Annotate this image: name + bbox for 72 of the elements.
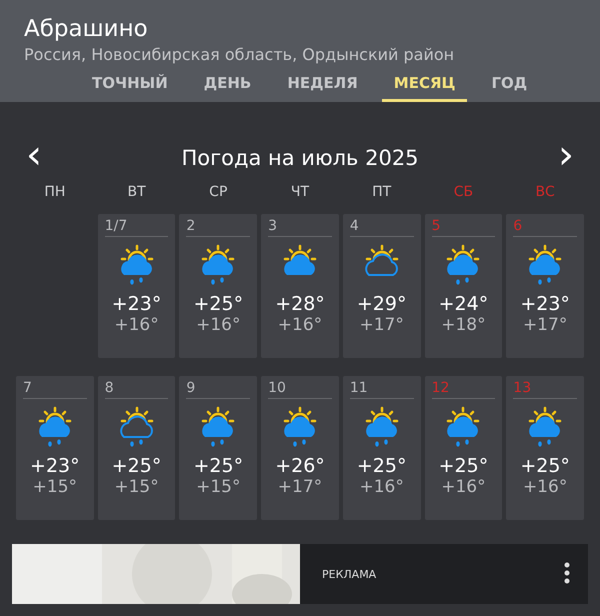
ad-banner[interactable]: РЕКЛАМА [12, 544, 588, 604]
low-temperature: +15° [196, 477, 240, 497]
weekday-label: СР [208, 184, 228, 200]
day-date: 2 [186, 218, 250, 237]
previous-month-button[interactable]: ‹ [20, 140, 48, 176]
month-title: Погода на июль 2025 [181, 146, 419, 170]
high-temperature: +24° [438, 293, 488, 315]
high-temperature: +25° [193, 455, 244, 477]
tab[interactable]: ДЕНЬ [192, 70, 264, 102]
day-date: 5 [432, 218, 496, 237]
day-card[interactable]: 1/7 +23° +16° [98, 214, 176, 358]
low-temperature: +17° [360, 315, 404, 335]
low-temperature: +16° [522, 477, 568, 497]
low-temperature: +15° [32, 477, 78, 497]
day-card[interactable]: 10 +26° +17° [261, 376, 339, 520]
low-temperature: +16° [114, 315, 159, 335]
ad-label: РЕКЛАМА [322, 568, 376, 581]
more-options-icon[interactable] [564, 562, 570, 584]
high-temperature: +25° [520, 455, 570, 477]
day-date: 9 [186, 380, 250, 399]
high-temperature: +25° [112, 455, 162, 477]
low-temperature: +17° [522, 315, 568, 335]
day-date: 4 [350, 218, 414, 237]
day-date: 3 [268, 218, 332, 237]
day-card[interactable]: 8 +25° +15° [98, 376, 176, 520]
day-card[interactable]: 9 +25° +15° [179, 376, 258, 520]
region-text: Россия, Новосибирская область, Ордынский район [24, 44, 456, 66]
low-temperature: +18° [441, 315, 486, 335]
day-card[interactable]: 5 +24° +18° [424, 214, 502, 358]
day-card[interactable]: 13 +25° +16° [506, 376, 584, 520]
tab[interactable]: ГОД [479, 70, 540, 102]
weekday-label: ЧТ [290, 184, 310, 200]
day-date: 12 [432, 380, 496, 399]
low-temperature: +16° [360, 477, 404, 497]
low-temperature: +17° [278, 477, 322, 497]
tab[interactable]: НЕДЕЛЯ [275, 70, 370, 102]
high-temperature: +23° [520, 293, 570, 315]
next-month-button[interactable]: › [552, 140, 580, 176]
day-date: 6 [513, 218, 577, 237]
low-temperature: +15° [114, 477, 159, 497]
day-date: 1/7 [104, 218, 168, 237]
high-temperature: +28° [275, 293, 325, 315]
weekday-label: ПН [43, 184, 66, 200]
high-temperature: +26° [275, 455, 325, 477]
day-date: 8 [104, 380, 168, 399]
tab[interactable]: ТОЧНЫЙ [80, 70, 180, 102]
low-temperature: +16° [278, 315, 322, 335]
tab[interactable]: МЕСЯЦ [382, 70, 468, 102]
day-date: 10 [268, 380, 332, 399]
high-temperature: +25° [193, 293, 244, 315]
day-card[interactable]: 7 +23° +15° [16, 376, 94, 520]
weekday-label: СБ [452, 184, 474, 200]
city-name: Абрашино [24, 15, 149, 44]
high-temperature: +29° [356, 293, 406, 315]
day-card[interactable]: 6 +23° +17° [506, 214, 584, 358]
high-temperature: +25° [438, 455, 488, 477]
day-card[interactable]: 4 +29° +17° [342, 214, 421, 358]
day-card[interactable]: 12 +25° +16° [424, 376, 502, 520]
low-temperature: +16° [441, 477, 486, 497]
day-card[interactable]: 3 +28° +16° [261, 214, 339, 358]
day-date: 11 [350, 380, 414, 399]
day-date: 13 [513, 380, 577, 399]
weekday-label: ПТ [371, 184, 392, 200]
day-date: 7 [23, 380, 87, 399]
day-card[interactable]: 2 +25° +16° [179, 214, 258, 358]
day-card[interactable]: 11 +25° +16° [342, 376, 421, 520]
low-temperature: +16° [196, 315, 240, 335]
weekday-label: ВТ [126, 184, 147, 200]
weekday-label: ВС [534, 184, 556, 200]
high-temperature: +23° [112, 293, 162, 315]
high-temperature: +25° [356, 455, 406, 477]
high-temperature: +23° [30, 455, 80, 477]
